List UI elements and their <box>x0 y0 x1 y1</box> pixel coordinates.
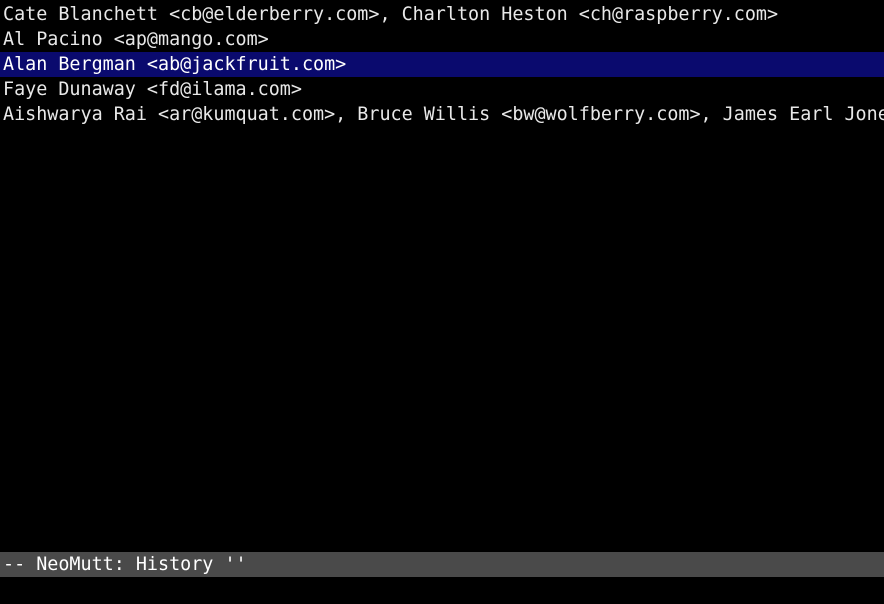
history-entry[interactable]: Al Pacino <ap@mango.com> <box>0 27 884 52</box>
terminal-window: Cate Blanchett <cb@elderberry.com>, Char… <box>0 0 884 604</box>
history-entry[interactable]: Faye Dunaway <fd@ilama.com> <box>0 77 884 102</box>
command-line[interactable] <box>0 578 884 603</box>
status-bar: -- NeoMutt: History '' <box>0 552 884 577</box>
history-entry[interactable]: Aishwarya Rai <ar@kumquat.com>, Bruce Wi… <box>0 102 884 127</box>
history-entry-selected[interactable]: Alan Bergman <ab@jackfruit.com> <box>0 52 884 77</box>
history-list: Cate Blanchett <cb@elderberry.com>, Char… <box>0 2 884 127</box>
history-entry[interactable]: Cate Blanchett <cb@elderberry.com>, Char… <box>0 2 884 27</box>
